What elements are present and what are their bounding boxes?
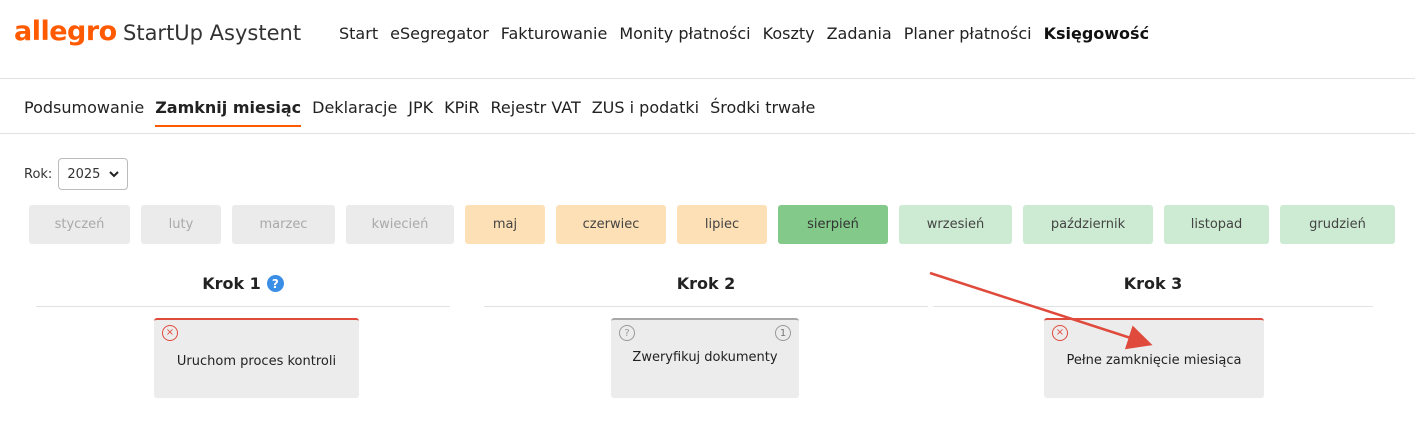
allegro-logo[interactable]: allegro <box>14 16 117 47</box>
tab-zamknij-miesiac[interactable]: Zamknij miesiąc <box>155 98 302 127</box>
step-3-title: Krok 3 <box>1123 274 1183 293</box>
month-sierpien[interactable]: sierpień <box>778 205 888 244</box>
tab-podsumowanie[interactable]: Podsumowanie <box>24 98 144 127</box>
year-value: 2025 <box>67 166 101 182</box>
tab-zus-podatki[interactable]: ZUS i podatki <box>592 98 699 127</box>
tab-deklaracje[interactable]: Deklaracje <box>312 98 397 127</box>
tab-rejestr-vat[interactable]: Rejestr VAT <box>491 98 581 127</box>
sub-nav: Podsumowanie Zamknij miesiąc Deklaracje … <box>0 98 1415 134</box>
month-lipiec[interactable]: lipiec <box>677 205 767 244</box>
step-2-header: Krok 2 <box>484 274 928 307</box>
tab-jpk[interactable]: JPK <box>408 98 433 127</box>
question-icon: ? <box>619 325 635 341</box>
step-2-card[interactable]: ? 1 Zweryfikuj dokumenty <box>611 318 799 398</box>
top-bar: allegro StartUp Asystent Start eSegregat… <box>0 0 1415 79</box>
month-kwiecien[interactable]: kwiecień <box>346 205 454 244</box>
nav-item-zadania[interactable]: Zadania <box>827 24 892 43</box>
month-grudzien[interactable]: grudzień <box>1280 205 1395 244</box>
help-icon[interactable]: ? <box>266 275 284 292</box>
chevron-down-icon <box>109 167 120 182</box>
month-selector: styczeń luty marzec kwiecień maj czerwie… <box>29 205 1395 244</box>
nav-item-monity[interactable]: Monity płatności <box>619 24 750 43</box>
step-2-label: Zweryfikuj dokumenty <box>632 350 778 365</box>
nav-item-planer[interactable]: Planer płatności <box>904 24 1032 43</box>
nav-item-esegregator[interactable]: eSegregator <box>390 24 489 43</box>
month-marzec[interactable]: marzec <box>232 205 335 244</box>
month-pazdziernik[interactable]: październik <box>1023 205 1153 244</box>
nav-item-start[interactable]: Start <box>339 24 378 43</box>
nav-item-koszty[interactable]: Koszty <box>763 24 815 43</box>
month-styczen[interactable]: styczeń <box>29 205 130 244</box>
month-wrzesien[interactable]: wrzesień <box>899 205 1012 244</box>
error-icon: × <box>1052 325 1068 341</box>
step-2-title: Krok 2 <box>676 274 736 293</box>
step-1-header: Krok 1 ? <box>36 274 450 307</box>
month-luty[interactable]: luty <box>141 205 221 244</box>
app-name: StartUp Asystent <box>123 21 302 45</box>
year-label: Rok: <box>24 166 53 182</box>
year-selector: Rok: 2025 <box>24 158 129 190</box>
step-1-title: Krok 1 <box>202 274 261 293</box>
month-listopad[interactable]: listopad <box>1164 205 1269 244</box>
tab-kpir[interactable]: KPiR <box>444 98 479 127</box>
count-badge: 1 <box>775 325 791 341</box>
step-1-card[interactable]: × Uruchom proces kontroli <box>154 318 359 398</box>
tab-srodki-trwale[interactable]: Środki trwałe <box>710 98 815 127</box>
nav-item-fakturowanie[interactable]: Fakturowanie <box>501 24 608 43</box>
error-icon: × <box>162 325 178 341</box>
nav-item-ksiegowosc[interactable]: Księgowość <box>1044 24 1149 43</box>
main-nav: Start eSegregator Fakturowanie Monity pł… <box>339 24 1161 43</box>
step-3-card[interactable]: × Pełne zamknięcie miesiąca <box>1044 318 1264 398</box>
step-1-label: Uruchom proces kontroli <box>176 354 337 369</box>
month-czerwiec[interactable]: czerwiec <box>556 205 666 244</box>
step-3-header: Krok 3 <box>933 274 1373 307</box>
step-3-label: Pełne zamknięcie miesiąca <box>1066 353 1242 368</box>
year-select[interactable]: 2025 <box>58 158 129 190</box>
month-maj[interactable]: maj <box>465 205 545 244</box>
